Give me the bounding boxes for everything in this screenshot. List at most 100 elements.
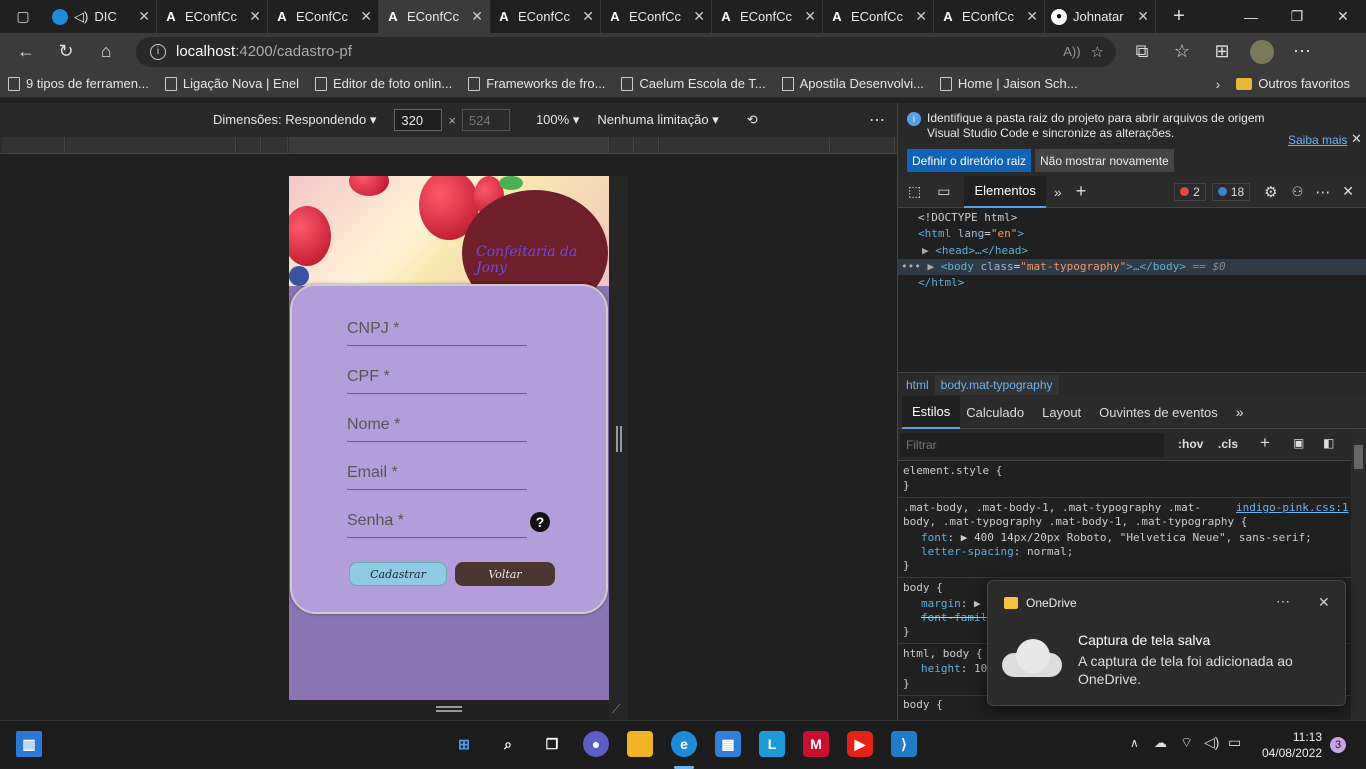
bookmark-item[interactable]: Ligação Nova | Enel xyxy=(164,76,299,91)
back-button[interactable]: ← xyxy=(6,33,46,70)
new-rule-icon[interactable]: + xyxy=(1260,433,1270,453)
l-app-icon[interactable]: L xyxy=(759,731,785,757)
file-explorer-icon[interactable] xyxy=(627,731,653,757)
browser-tab[interactable]: A EConfCc ✕ xyxy=(712,0,823,33)
font-family-prop[interactable]: font-famil xyxy=(921,611,987,624)
device-emulation-icon[interactable]: ▭ xyxy=(937,183,950,200)
dimensions-dropdown[interactable]: Dimensões: Respondendo ▾ xyxy=(213,112,376,128)
bookmark-item[interactable]: Frameworks de fro... xyxy=(468,76,605,91)
close-tab-icon[interactable]: ✕ xyxy=(1026,8,1038,25)
element-style-rule[interactable]: element.style { xyxy=(903,464,1002,477)
bookmark-item[interactable]: 9 tipos de ferramen... xyxy=(8,76,149,91)
close-window-button[interactable]: ✕ xyxy=(1320,0,1366,33)
inspect-icon[interactable]: ⬚ xyxy=(908,183,921,200)
browser-tab[interactable]: A EConfCc ✕ xyxy=(934,0,1045,33)
edge-icon[interactable]: e xyxy=(671,731,697,757)
bookmark-item[interactable]: Editor de foto onlin... xyxy=(314,76,452,91)
sidebar-toggle-icon[interactable]: ◧ xyxy=(1323,436,1334,450)
more-tabs-icon[interactable]: » xyxy=(1054,184,1062,200)
password-field[interactable]: Senha * xyxy=(347,502,527,538)
back-button-app[interactable]: Voltar xyxy=(455,562,555,586)
close-tab-icon[interactable]: ✕ xyxy=(138,8,150,25)
extensions-icon[interactable]: ⧉ xyxy=(1122,33,1162,70)
cls-toggle[interactable]: .cls xyxy=(1218,437,1238,451)
mcafee-icon[interactable]: M xyxy=(803,731,829,757)
add-tab-icon[interactable]: + xyxy=(1076,181,1087,202)
browser-tab[interactable]: A EConfCc ✕ xyxy=(379,0,490,33)
source-link[interactable]: indigo-pink.css:1 xyxy=(1236,501,1349,514)
dom-html-close[interactable]: </html> xyxy=(918,276,964,289)
browser-tab[interactable]: A EConfCc ✕ xyxy=(823,0,934,33)
tab-actions-icon[interactable]: ▢ xyxy=(0,0,46,33)
battery-icon[interactable]: ▭ xyxy=(1228,734,1241,751)
refresh-button[interactable]: ↻ xyxy=(46,33,86,70)
other-favorites[interactable]: Outros favoritos xyxy=(1236,76,1350,91)
height-input[interactable]: 524 xyxy=(461,109,510,131)
name-field[interactable]: Nome * xyxy=(347,406,527,442)
cnpj-field[interactable]: CNPJ * xyxy=(347,310,527,346)
dom-body[interactable]: ••• ▶ <body class="mat-typography">…</bo… xyxy=(901,260,1226,273)
tab-event-listeners[interactable]: Ouvintes de eventos xyxy=(1099,405,1218,420)
resize-handle-right[interactable] xyxy=(616,426,622,452)
breadcrumb-body[interactable]: body.mat-typography xyxy=(934,374,1059,395)
resize-handle-bottom[interactable] xyxy=(436,706,462,712)
onedrive-notification[interactable]: OneDrive ⋯ ✕ Captura de tela salva A cap… xyxy=(987,580,1346,706)
zoom-dropdown[interactable]: 100% ▾ xyxy=(536,112,579,128)
cpf-field[interactable]: CPF * xyxy=(347,358,527,394)
feedback-icon[interactable]: ⚇ xyxy=(1292,184,1304,200)
dom-html[interactable]: <html lang="en"> xyxy=(918,227,1024,240)
home-button[interactable]: ⌂ xyxy=(86,33,126,70)
new-tab-button[interactable]: + xyxy=(1156,0,1202,33)
hov-toggle[interactable]: :hov xyxy=(1178,437,1203,451)
close-tab-icon[interactable]: ✕ xyxy=(804,8,816,25)
gear-icon[interactable]: ⚙ xyxy=(1264,183,1277,201)
font-val[interactable]: 400 14px/20px Roboto, "Helvetica Neue", … xyxy=(974,531,1312,544)
info-icon[interactable]: i xyxy=(150,43,166,60)
close-devtools-icon[interactable]: ✕ xyxy=(1342,183,1354,200)
avatar[interactable] xyxy=(1242,33,1282,70)
browser-tab[interactable]: ◁) DIC ✕ xyxy=(46,0,157,33)
youtube-icon[interactable]: ▶ xyxy=(847,731,873,757)
add-favorite-icon[interactable]: ☆ xyxy=(1091,43,1104,61)
store-icon[interactable]: ▦ xyxy=(715,731,741,757)
close-tab-icon[interactable]: ✕ xyxy=(915,8,927,25)
collections-icon[interactable]: ⊞ xyxy=(1202,33,1242,70)
body-rule-2[interactable]: body { xyxy=(903,698,943,711)
letter-spacing-prop[interactable]: letter-spacing xyxy=(921,545,1014,558)
width-input[interactable]: 320 xyxy=(394,109,443,131)
html-body-rule[interactable]: html, body { xyxy=(903,647,982,660)
body-rule[interactable]: body { xyxy=(903,581,943,594)
more-style-tabs-icon[interactable]: » xyxy=(1236,404,1244,420)
height-prop[interactable]: height xyxy=(921,662,961,675)
errors-badge[interactable]: 2 xyxy=(1174,182,1206,201)
close-tab-icon[interactable]: ✕ xyxy=(471,8,483,25)
browser-tab[interactable]: ● Johnatar ✕ xyxy=(1045,0,1156,33)
more-icon[interactable]: ⋯ xyxy=(1315,183,1330,201)
margin-prop[interactable]: margin xyxy=(921,597,961,610)
close-tab-icon[interactable]: ✕ xyxy=(693,8,705,25)
issues-badge[interactable]: 18 xyxy=(1211,182,1251,201)
throttle-dropdown[interactable]: Nenhuma limitação ▾ xyxy=(597,112,718,128)
dom-doctype[interactable]: <!DOCTYPE html> xyxy=(918,211,1017,224)
cloud-tray-icon[interactable]: ☁ xyxy=(1154,735,1167,751)
tab-elements[interactable]: Elementos xyxy=(964,175,1046,208)
height-val[interactable]: 10 xyxy=(974,662,987,675)
minimize-button[interactable]: — xyxy=(1228,0,1274,33)
set-root-button[interactable]: Definir o diretório raiz xyxy=(907,149,1032,172)
more-options-icon[interactable]: ⋯ xyxy=(869,110,885,130)
styles-scrollbar[interactable] xyxy=(1351,429,1366,720)
browser-tab[interactable]: A EConfCc ✕ xyxy=(157,0,268,33)
close-tab-icon[interactable]: ✕ xyxy=(249,8,261,25)
read-aloud-icon[interactable]: A)) xyxy=(1063,44,1080,59)
url-input[interactable]: i localhost:4200/cadastro-pf A)) ☆ xyxy=(136,36,1116,67)
filter-input[interactable] xyxy=(900,433,1164,457)
corner-resize-icon[interactable]: ⟋ xyxy=(612,702,620,717)
dont-show-button[interactable]: Não mostrar novamente xyxy=(1035,149,1174,172)
email-field[interactable]: Email * xyxy=(347,454,527,490)
bookmark-item[interactable]: Home | Jaison Sch... xyxy=(939,76,1078,91)
bookmark-item[interactable]: Caelum Escola de T... xyxy=(621,76,766,91)
close-tab-icon[interactable]: ✕ xyxy=(360,8,372,25)
close-tab-icon[interactable]: ✕ xyxy=(582,8,594,25)
scroll-thumb[interactable] xyxy=(1354,445,1363,469)
vscode-icon[interactable]: ⟩ xyxy=(891,731,917,757)
